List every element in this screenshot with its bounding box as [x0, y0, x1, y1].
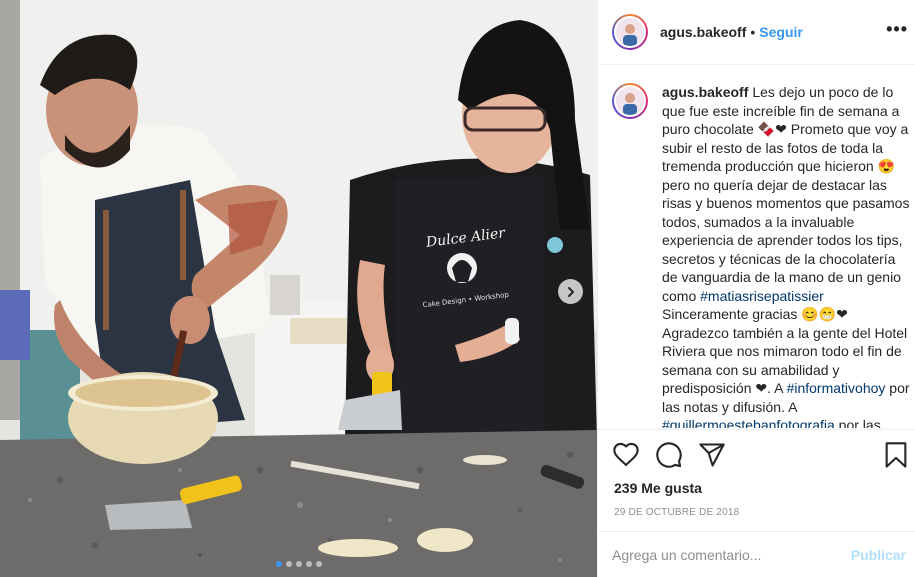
heart-icon — [613, 442, 639, 467]
hashtag-link[interactable]: #matiasrisepatissier — [700, 288, 824, 304]
carousel-dots — [0, 561, 597, 567]
comment-form: Publicar — [598, 531, 915, 577]
caption-avatar[interactable] — [612, 83, 648, 119]
carousel-next-button[interactable] — [558, 279, 583, 304]
carousel-dot — [285, 561, 292, 567]
publish-button[interactable]: Publicar — [851, 547, 906, 563]
bookmark-icon — [885, 442, 907, 468]
carousel-dot — [295, 561, 302, 567]
caption-author-link[interactable]: agus.bakeoff — [662, 84, 748, 100]
paper-plane-icon — [699, 443, 725, 467]
like-button[interactable] — [612, 441, 640, 469]
carousel-dot — [315, 561, 322, 567]
follow-button[interactable]: Seguir — [759, 24, 803, 40]
avatar-image — [614, 85, 646, 117]
hashtag-link[interactable]: #guillermoestebanfotografia — [662, 417, 835, 428]
comment-button[interactable] — [655, 441, 683, 469]
action-bar — [598, 429, 915, 481]
comment-input[interactable] — [612, 546, 851, 563]
avatar[interactable] — [612, 14, 648, 50]
post-date[interactable]: 29 DE OCTUBRE DE 2018 — [614, 507, 739, 518]
separator-dot: • — [750, 24, 756, 40]
save-button[interactable] — [882, 441, 910, 469]
carousel-dot — [275, 561, 282, 567]
comment-icon — [656, 442, 682, 468]
avatar-image — [614, 16, 646, 48]
chevron-right-icon — [567, 286, 574, 297]
hashtag-link[interactable]: #informativohoy — [787, 380, 886, 396]
photo-scene: Dulce Alier Cake Design • Workshop — [0, 0, 597, 577]
username-link[interactable]: agus.bakeoff — [660, 24, 746, 40]
caption-container: agus.bakeoff Les dejo un poco de lo que f… — [612, 83, 912, 428]
post-photo[interactable]: Dulce Alier Cake Design • Workshop — [0, 0, 597, 577]
caption-part-1: Les dejo un poco de lo que fue este incr… — [662, 84, 910, 304]
post-header: agus.bakeoff • Seguir ••• — [598, 0, 915, 65]
caption-part-2: Sinceramente gracias 😊😁❤ — [662, 306, 848, 322]
share-button[interactable] — [698, 441, 726, 469]
more-options-icon[interactable]: ••• — [886, 19, 908, 40]
like-count[interactable]: 239 Me gusta — [614, 480, 702, 496]
carousel-dot — [305, 561, 312, 567]
caption-text: agus.bakeoff Les dejo un poco de lo que f… — [662, 83, 912, 428]
caption-part-5: por las — [834, 417, 881, 428]
post-side-panel: agus.bakeoff • Seguir ••• agus.bakeoff Le… — [597, 0, 915, 577]
